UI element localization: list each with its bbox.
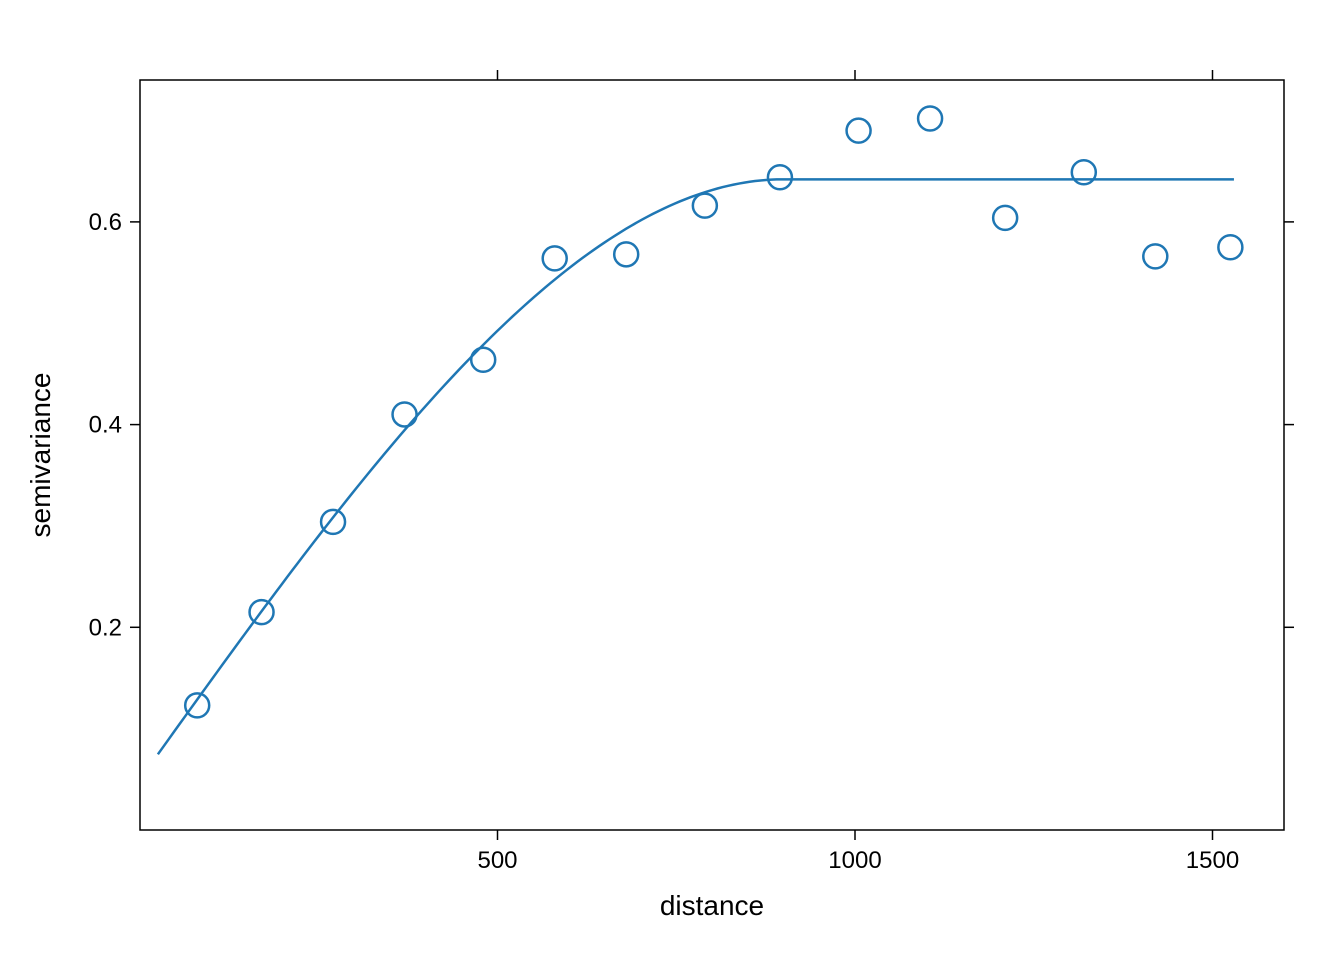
data-point bbox=[847, 119, 871, 143]
data-point bbox=[918, 107, 942, 131]
y-tick-label: 0.4 bbox=[89, 412, 122, 439]
data-point bbox=[1072, 160, 1096, 184]
chart-svg: 500 1000 1500 0.2 0.4 0.6 distance semivariance bbox=[0, 0, 1344, 960]
y-axis-label: semivariance bbox=[25, 373, 56, 538]
x-axis-label: distance bbox=[660, 890, 764, 921]
x-tick-label: 500 bbox=[477, 847, 517, 874]
y-tick-label: 0.6 bbox=[89, 209, 122, 236]
x-tick-label: 1000 bbox=[828, 847, 881, 874]
variogram-chart: 500 1000 1500 0.2 0.4 0.6 distance semivariance bbox=[0, 0, 1344, 960]
data-point bbox=[1143, 244, 1167, 268]
data-point bbox=[321, 510, 345, 534]
y-tick-label: 0.2 bbox=[89, 614, 122, 641]
data-point bbox=[471, 348, 495, 372]
data-point bbox=[693, 194, 717, 218]
data-point bbox=[614, 242, 638, 266]
data-point bbox=[1218, 235, 1242, 259]
x-tick-label: 1500 bbox=[1186, 847, 1239, 874]
data-point bbox=[185, 693, 209, 717]
model-curve bbox=[158, 179, 1234, 754]
data-point bbox=[993, 206, 1017, 230]
plot-panel bbox=[140, 80, 1284, 830]
data-point bbox=[543, 246, 567, 270]
data-point bbox=[393, 402, 417, 426]
data-point bbox=[768, 165, 792, 189]
